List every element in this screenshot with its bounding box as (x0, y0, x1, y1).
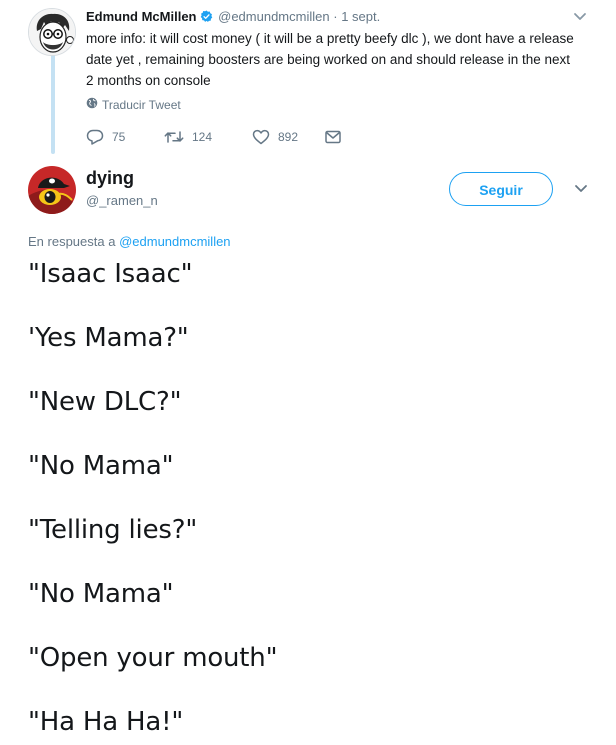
in-reply-to: En respuesta a @edmundmcmillen (28, 234, 231, 249)
retweet-button[interactable]: 124 (164, 129, 252, 145)
tweet-text-line: "No Mama" (28, 579, 174, 609)
tweet-page: Edmund McMillen @edmundmcmillen · 1 sept… (0, 0, 616, 745)
chevron-down-icon[interactable] (572, 10, 588, 24)
tweet-text-line: 'Yes Mama?" (28, 323, 189, 353)
follow-button[interactable]: Seguir (449, 172, 553, 206)
like-count: 892 (278, 130, 299, 144)
reply-icon (86, 129, 104, 145)
author-name[interactable]: Edmund McMillen (86, 9, 197, 24)
avatar[interactable] (28, 166, 76, 214)
edmund-avatar-drawing (29, 9, 75, 55)
tweet-text-line: "Isaac Isaac" (28, 259, 193, 289)
tweet-text-line: "New DLC?" (28, 387, 182, 417)
tweet-text-line: "Open your mouth" (28, 643, 278, 673)
tweet-text-line: "No Mama" (28, 451, 174, 481)
thread-connector-line (51, 50, 55, 154)
author-handle[interactable]: @edmundmcmillen (218, 9, 329, 24)
tweet-text-line: "Telling lies?" (28, 515, 198, 545)
tweet-text: more info: it will cost money ( it will … (86, 31, 574, 88)
heart-icon (252, 129, 270, 145)
author-name[interactable]: dying (86, 167, 134, 189)
reply-tweet-text: "Isaac Isaac" 'Yes Mama?" "New DLC?" "No… (28, 258, 598, 745)
translate-tweet-link[interactable]: Traducir Tweet (86, 97, 181, 112)
avatar[interactable] (28, 8, 76, 56)
like-button[interactable]: 892 (252, 129, 324, 145)
envelope-icon (324, 129, 342, 145)
reply-count: 75 (112, 130, 126, 144)
tweet-actions: 75 124 892 (86, 126, 348, 148)
direct-message-button[interactable] (324, 129, 348, 145)
chevron-down-icon[interactable] (573, 182, 589, 196)
reply-button[interactable]: 75 (86, 129, 164, 145)
in-reply-prefix: En respuesta a (28, 234, 116, 249)
globe-icon (86, 97, 98, 112)
author-handle[interactable]: @_ramen_n (86, 193, 158, 208)
translate-label: Traducir Tweet (102, 97, 181, 112)
tweet-text-line: "Ha Ha Ha!" (28, 707, 184, 737)
tweet-date[interactable]: 1 sept. (341, 9, 380, 24)
in-reply-handle-link[interactable]: @edmundmcmillen (119, 234, 230, 249)
retweet-icon (164, 129, 184, 145)
parent-tweet-header: Edmund McMillen @edmundmcmillen · 1 sept… (86, 8, 380, 26)
dying-avatar-drawing (28, 166, 76, 214)
retweet-count: 124 (192, 130, 213, 144)
parent-tweet: Edmund McMillen @edmundmcmillen · 1 sept… (0, 0, 616, 160)
verified-badge-icon (200, 10, 213, 23)
separator-dot: · (333, 9, 338, 24)
